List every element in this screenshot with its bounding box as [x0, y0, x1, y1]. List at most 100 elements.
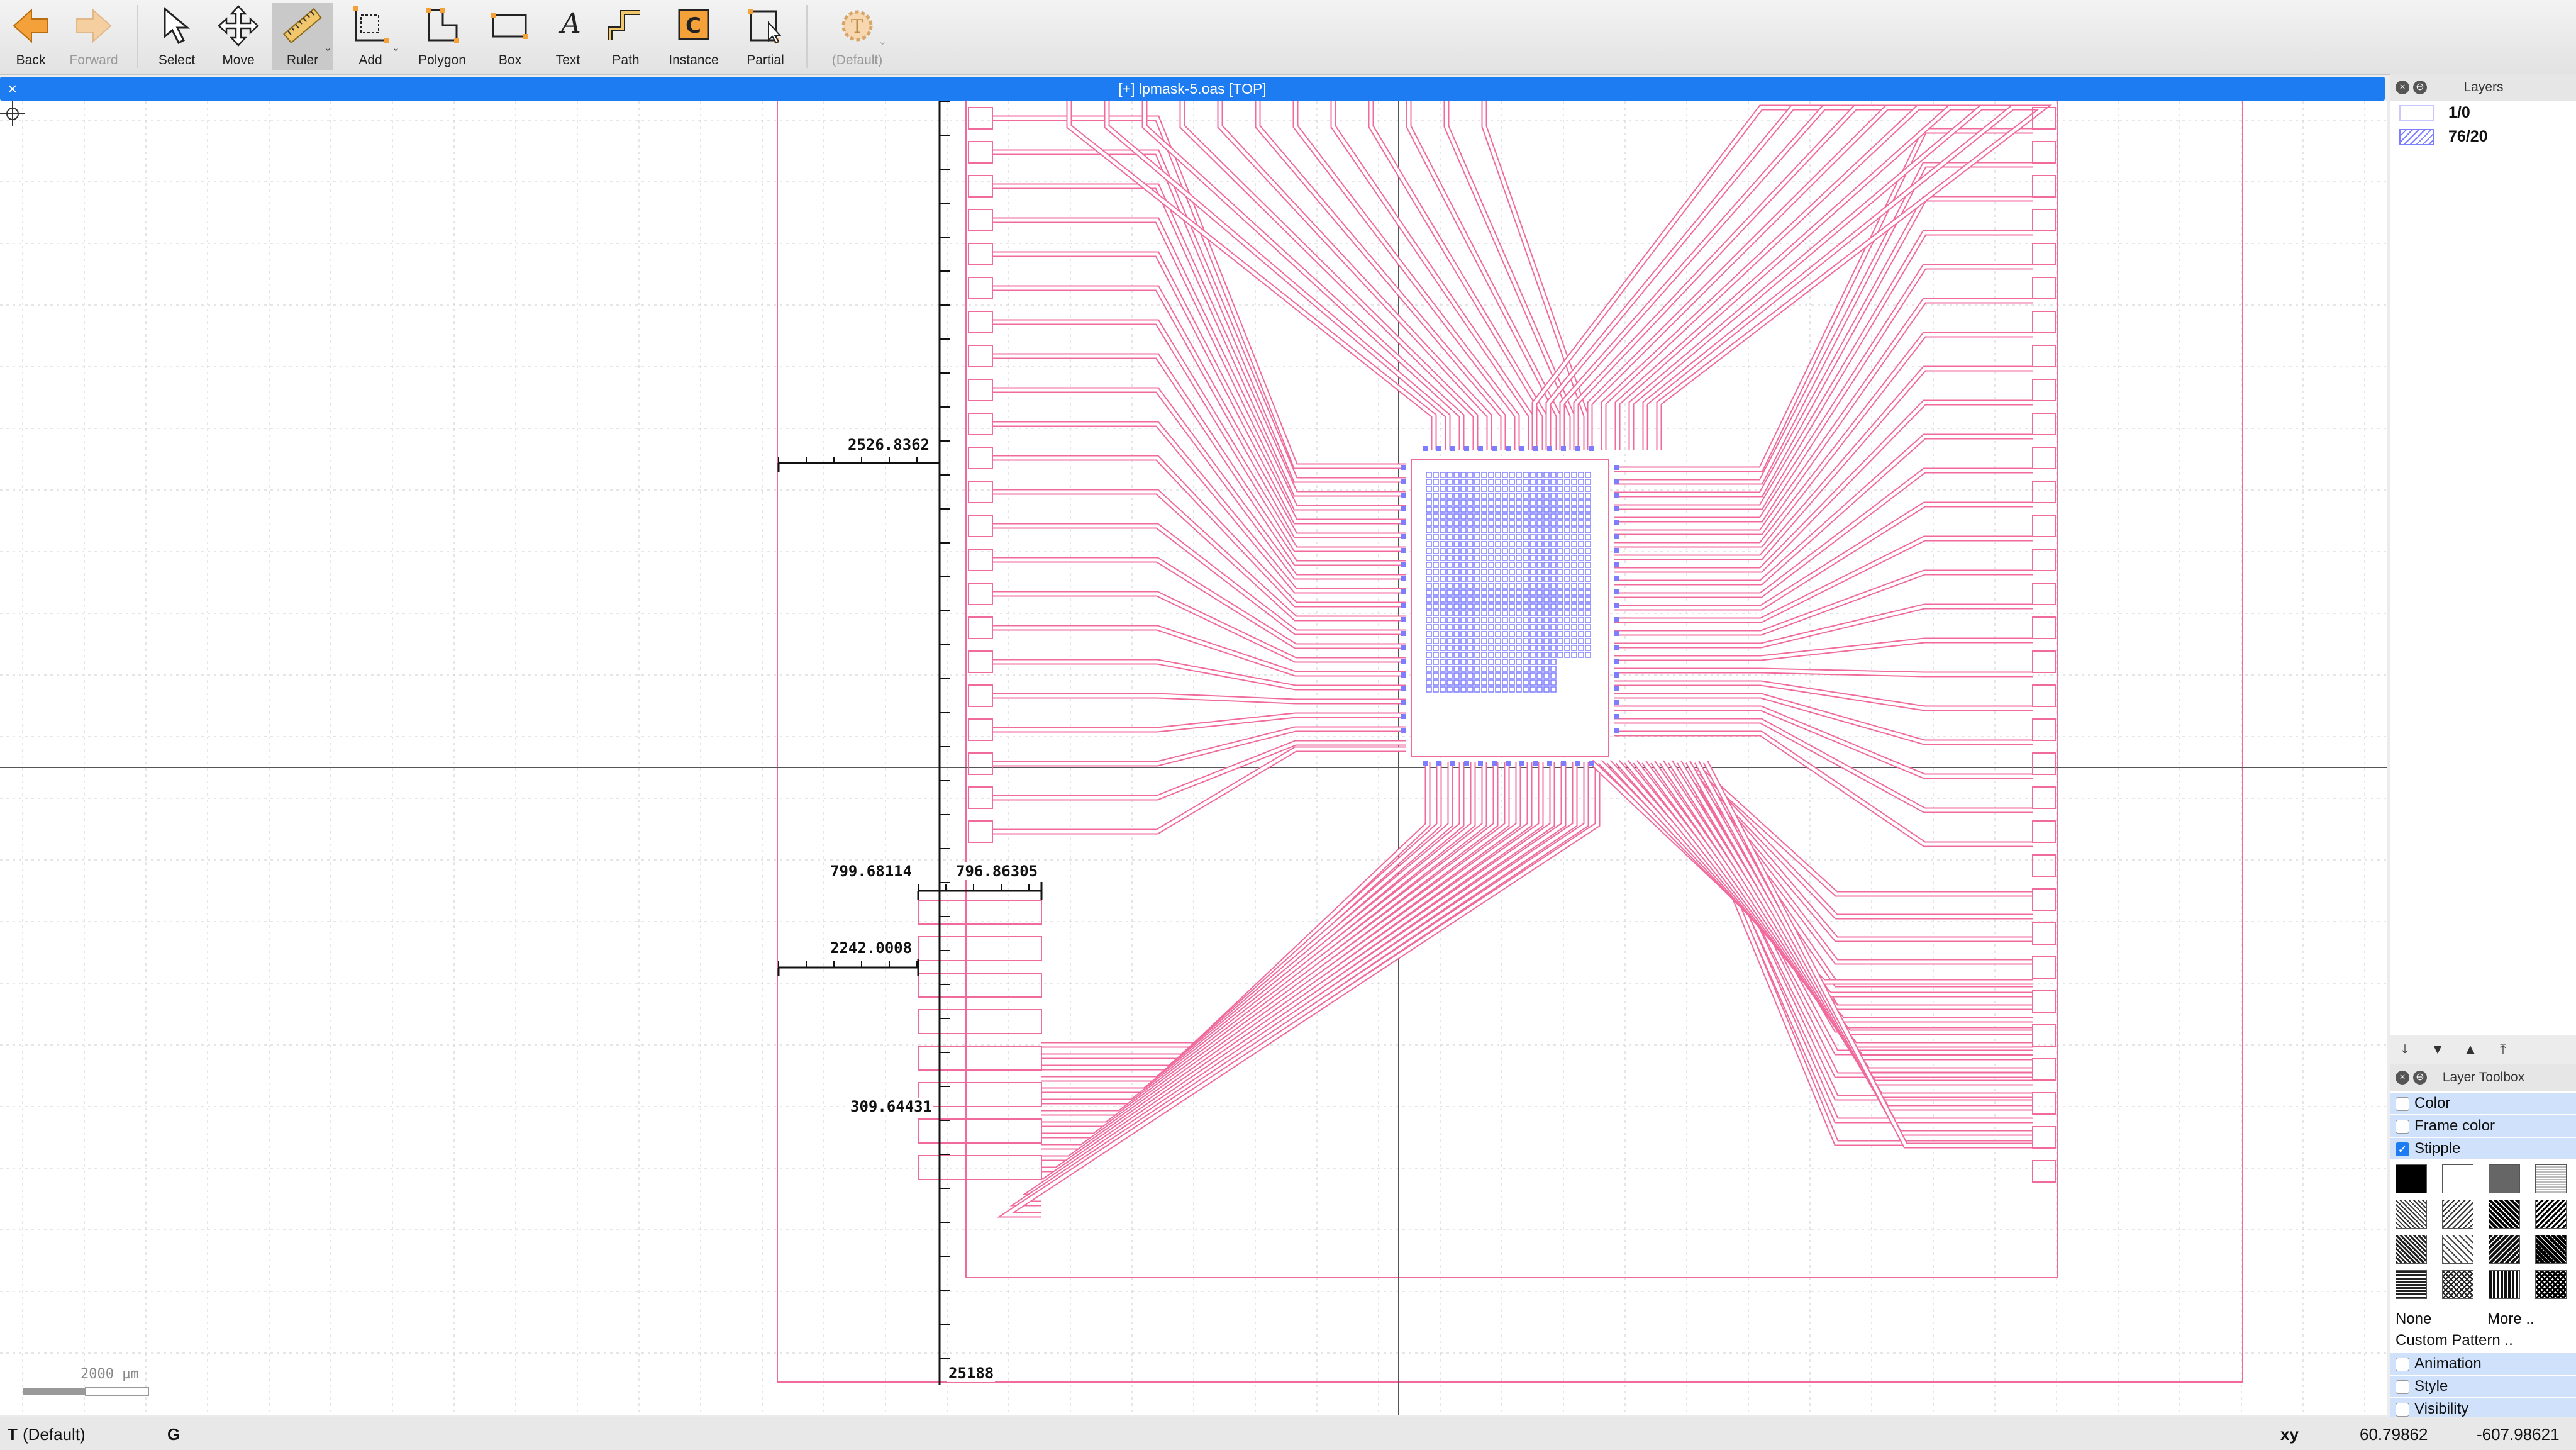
technology-selector-button[interactable]: T (Default) ⌄ — [826, 3, 888, 70]
ruler-label: Ruler — [286, 53, 319, 67]
style-checkbox[interactable] — [2396, 1380, 2409, 1394]
stipple-pattern-swatch[interactable] — [2442, 1164, 2473, 1193]
ruler-measurement-label: 796.86305 — [955, 862, 1040, 880]
die-pad — [1575, 761, 1580, 766]
partial-edit-icon — [748, 9, 782, 44]
technology-dropdown-chevron-icon[interactable]: ⌄ — [879, 35, 887, 48]
color-checkbox[interactable] — [2396, 1097, 2409, 1111]
die-pad — [1589, 446, 1594, 451]
stipple-pattern-swatch[interactable] — [2489, 1235, 2520, 1264]
bond-pad — [2032, 1024, 2056, 1047]
forward-arrow-icon — [76, 8, 112, 43]
die-pad — [1401, 603, 1406, 608]
close-panel-icon[interactable]: × — [2396, 81, 2409, 94]
float-panel-icon[interactable]: ⊖ — [2413, 1071, 2427, 1085]
ruler-dropdown-chevron-icon[interactable]: ⌄ — [324, 42, 332, 54]
add-tool-button[interactable]: Add ⌄ — [340, 3, 401, 70]
die-pad — [1614, 714, 1619, 719]
stipple-more-link[interactable]: More .. — [2487, 1310, 2534, 1328]
layout-drawing[interactable] — [0, 101, 2387, 1415]
stipple-pattern-swatch[interactable] — [2396, 1200, 2427, 1229]
bond-pad — [968, 786, 993, 809]
float-panel-icon[interactable]: ⊖ — [2413, 81, 2427, 94]
bond-pad — [918, 1155, 1042, 1180]
bond-pad — [968, 243, 993, 265]
stipple-pattern-swatch[interactable] — [2396, 1270, 2427, 1299]
scale-bar — [23, 1387, 149, 1396]
stipple-pattern-swatch[interactable] — [2442, 1235, 2473, 1264]
layers-panel-title: Layers — [2463, 80, 2504, 94]
die-pad — [1478, 761, 1483, 766]
die-outline — [1411, 459, 1609, 757]
die-pad — [1614, 686, 1619, 691]
close-view-icon[interactable]: × — [8, 77, 17, 101]
move-up-icon[interactable]: ▲ — [2458, 1039, 2483, 1059]
move-down-bottom-icon[interactable]: ⤓ — [2392, 1039, 2418, 1059]
bond-pad — [918, 973, 1042, 998]
text-label: Text — [555, 53, 580, 67]
stipple-pattern-swatch[interactable] — [2396, 1235, 2427, 1264]
add-dropdown-chevron-icon[interactable]: ⌄ — [392, 42, 400, 54]
layer-order-toolbar: ⤓ ▼ ▲ ⤒ — [2390, 1035, 2576, 1063]
die-pad — [1575, 446, 1580, 451]
frame-color-section-toggle[interactable]: Frame color — [2390, 1115, 2576, 1137]
animation-section-toggle[interactable]: Animation — [2390, 1353, 2576, 1375]
move-up-top-icon[interactable]: ⤒ — [2490, 1039, 2516, 1059]
close-panel-icon[interactable]: × — [2396, 1071, 2409, 1085]
die-pad — [1478, 446, 1483, 451]
frame-color-checkbox[interactable] — [2396, 1120, 2409, 1134]
polygon-tool-button[interactable]: Polygon — [411, 3, 473, 70]
style-section-toggle[interactable]: Style — [2390, 1376, 2576, 1397]
custom-pattern-link[interactable]: Custom Pattern .. — [2396, 1332, 2513, 1349]
layer-toolbox-panel: × ⊖ Layer Toolbox Color Frame color ✓ St… — [2390, 1064, 2576, 1420]
select-tool-button[interactable]: Select — [146, 3, 208, 70]
move-arrows-icon — [218, 5, 259, 47]
die-pad — [1401, 479, 1406, 484]
stipple-pattern-swatch[interactable] — [2489, 1270, 2520, 1299]
layer-swatch[interactable] — [2399, 105, 2434, 121]
forward-button[interactable]: Forward — [63, 3, 125, 70]
bond-pad — [2032, 481, 2056, 503]
die-pad — [1401, 576, 1406, 581]
bond-pad — [2032, 990, 2056, 1013]
path-tool-button[interactable]: Path — [595, 3, 657, 70]
stipple-pattern-swatch[interactable] — [2535, 1270, 2567, 1299]
stipple-pattern-swatch[interactable] — [2535, 1200, 2567, 1229]
trace-wire — [1255, 101, 1506, 450]
move-down-icon[interactable]: ▼ — [2425, 1039, 2450, 1059]
visibility-checkbox[interactable] — [2396, 1403, 2409, 1417]
box-tool-button[interactable]: Box — [479, 3, 541, 70]
layout-canvas[interactable]: 2526.8362 799.68114 796.86305 2242.0008 … — [0, 101, 2387, 1415]
stipple-pattern-swatch[interactable] — [2396, 1164, 2427, 1193]
layer-item[interactable]: 76/20 — [2390, 125, 2576, 149]
stipple-pattern-swatch[interactable] — [2489, 1200, 2520, 1229]
stipple-pattern-swatch[interactable] — [2442, 1270, 2473, 1299]
die-pad — [1506, 446, 1511, 451]
layer-item[interactable]: 1/0 — [2390, 101, 2576, 125]
partial-tool-button[interactable]: Partial — [735, 3, 796, 70]
stipple-none-link[interactable]: None — [2396, 1310, 2431, 1328]
die-pad — [1450, 446, 1455, 451]
layer-swatch[interactable] — [2399, 129, 2434, 145]
text-tool-button[interactable]: A Text — [537, 3, 599, 70]
stipple-checkbox[interactable]: ✓ — [2396, 1142, 2409, 1156]
stipple-pattern-swatch[interactable] — [2442, 1200, 2473, 1229]
bond-pad — [2032, 752, 2056, 775]
stipple-pattern-swatch[interactable] — [2489, 1164, 2520, 1193]
stipple-pattern-swatch[interactable] — [2535, 1235, 2567, 1264]
instance-tool-button[interactable]: C Instance — [663, 3, 724, 70]
bond-pad — [918, 1082, 1042, 1107]
stipple-pattern-swatch[interactable] — [2535, 1164, 2567, 1193]
technology-gear-icon: T — [841, 10, 873, 42]
ruler-measurement-label: 2526.8362 — [847, 436, 931, 454]
move-tool-button[interactable]: Move — [208, 3, 269, 70]
measurement-rulers — [777, 101, 1043, 1385]
ruler-measurement-label: 2242.0008 — [829, 939, 914, 957]
layout-view-tab[interactable]: × [+] lpmask-5.oas [TOP] — [0, 77, 2385, 101]
back-button[interactable]: Back — [0, 3, 62, 70]
bond-pad — [2032, 1092, 2056, 1115]
stipple-section-toggle[interactable]: ✓ Stipple — [2390, 1138, 2576, 1159]
color-section-toggle[interactable]: Color — [2390, 1093, 2576, 1114]
animation-checkbox[interactable] — [2396, 1358, 2409, 1371]
ruler-tool-button[interactable]: Ruler ⌄ — [272, 3, 333, 70]
